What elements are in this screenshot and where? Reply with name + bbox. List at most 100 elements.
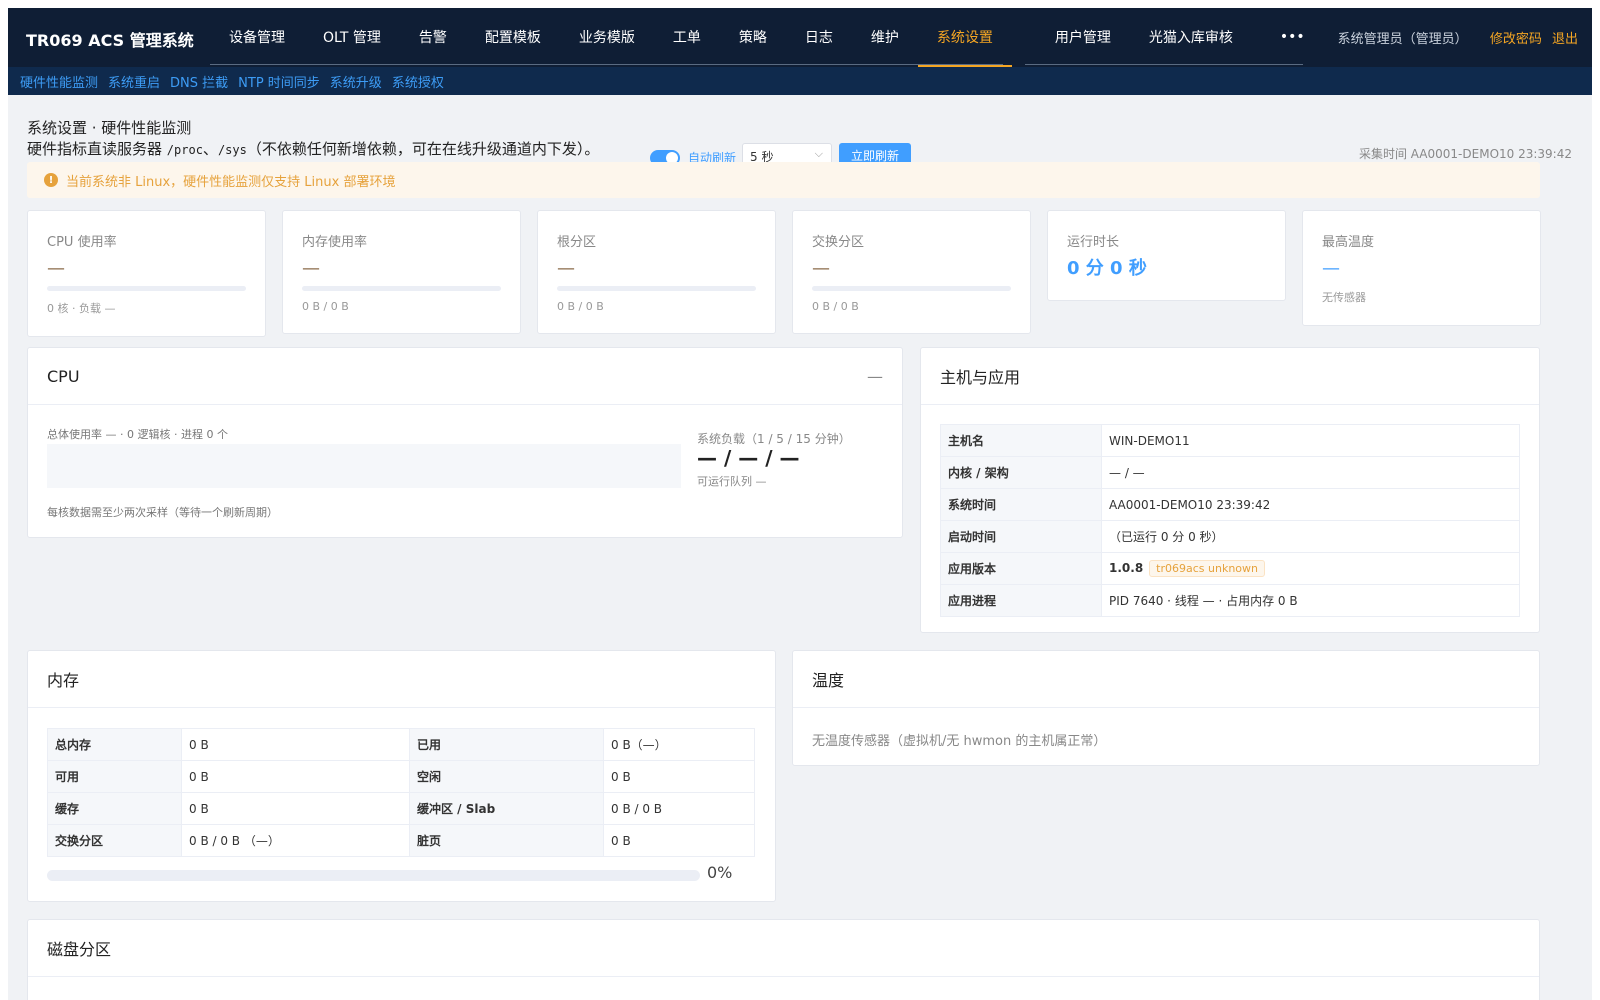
user-area: 系统管理员（管理员） 修改密码 退出 [1338, 28, 1578, 47]
nav-config-templates[interactable]: 配置模板 [466, 8, 560, 67]
stat-label: 运行时长 [1067, 235, 1120, 250]
subtitle-text-a: 硬件指标直读服务器 [27, 140, 163, 158]
host-value: AA0001-DEMO10 23:39:42 [1101, 488, 1520, 521]
nav-ont-storage-review[interactable]: 光猫入库审核 [1130, 8, 1252, 67]
run-queue: 可运行队列 — [697, 475, 767, 488]
mem-value: 0 B [603, 760, 755, 793]
main-nav: 设备管理 OLT 管理 告警 配置模板 业务模版 工单 策略 日志 维护 系统设… [210, 8, 1333, 67]
nav-service-templates[interactable]: 业务模版 [560, 8, 654, 67]
subnav-ntp-sync[interactable]: NTP 时间同步 [238, 72, 320, 91]
nav-maintenance[interactable]: 维护 [852, 8, 918, 67]
collect-time: 采集时间 AA0001-DEMO10 23:39:42 [1358, 147, 1572, 161]
brand-title: TR069 ACS 管理系统 [26, 31, 194, 50]
mem-value: 0 B [603, 824, 755, 857]
cpu-card: CPU — 总体使用率 — · 0 逻辑核 · 进程 0 个 每核数据需至少两次… [27, 347, 903, 538]
no-sensor-text: 无温度传感器（虚拟机/无 hwmon 的主机属正常） [812, 734, 1107, 749]
memory-usage-percent: 0% [707, 863, 733, 882]
table-row: 应用版本 1.0.8 tr069acs unknown [940, 552, 1520, 585]
card-header: 主机与应用 [921, 348, 1539, 405]
stat-root-partition: 根分区 — 0 B / 0 B [537, 210, 776, 334]
nav-policies[interactable]: 策略 [720, 8, 786, 67]
proc-path: /proc [166, 143, 203, 157]
stat-label: 交换分区 [812, 235, 865, 250]
mem-key: 空闲 [409, 760, 604, 793]
host-value: — / — [1101, 456, 1520, 489]
stat-value: — [557, 258, 575, 279]
host-key: 系统时间 [940, 488, 1102, 521]
host-value: PID 7640 · 线程 — · 占用内存 0 B [1101, 584, 1520, 617]
stat-value: — [1322, 258, 1340, 279]
stat-value: — [302, 258, 320, 279]
stat-uptime: 运行时长 0 分 0 秒 [1047, 210, 1286, 301]
stat-value: — [47, 258, 65, 279]
table-row: 内核 / 架构 — / — [940, 456, 1520, 489]
memory-info-table: 总内存 0 B 已用 0 B（—） 可用 0 B 空闲 0 B 缓存 0 B 缓冲区 / Sla… [47, 728, 755, 857]
page-subtitle: 硬件指标直读服务器 /proc、/sys（不依赖任何新增依赖，可在在线升级通道内… [27, 138, 599, 159]
mem-value: 0 B（—） [603, 728, 755, 761]
table-row: 可用 0 B 空闲 0 B [47, 760, 755, 793]
nav-system-settings[interactable]: 系统设置 [917, 8, 1012, 67]
collapse-icon[interactable]: — [867, 367, 883, 386]
nav-device-management[interactable]: 设备管理 [210, 8, 304, 67]
mem-key: 脏页 [409, 824, 604, 857]
load-value: — / — / — [697, 446, 800, 470]
non-linux-alert: ! 当前系统非 Linux，硬件性能监测仅支持 Linux 部署环境 [27, 162, 1540, 198]
card-title: CPU [47, 366, 80, 386]
mem-value: 0 B [181, 760, 410, 793]
mem-key: 已用 [409, 728, 604, 761]
host-value: WIN-DEMO11 [1101, 424, 1520, 457]
table-row: 交换分区 0 B / 0 B （—） 脏页 0 B [47, 824, 755, 857]
mem-key: 总内存 [47, 728, 182, 761]
host-key: 应用版本 [940, 552, 1102, 585]
app-frame: TR069 ACS 管理系统 设备管理 OLT 管理 告警 配置模板 业务模版 … [8, 8, 1592, 1000]
host-value: 1.0.8 tr069acs unknown [1101, 552, 1520, 585]
nav-olt-management[interactable]: OLT 管理 [304, 8, 400, 67]
alert-text: 当前系统非 Linux，硬件性能监测仅支持 Linux 部署环境 [66, 174, 396, 190]
card-title: 内存 [47, 671, 80, 690]
card-title: 主机与应用 [940, 368, 1021, 387]
subnav-dns-intercept[interactable]: DNS 拦截 [170, 72, 228, 91]
memory-card: 内存 总内存 0 B 已用 0 B（—） 可用 0 B 空闲 0 B 缓存 0 B 缓冲区 / … [27, 650, 776, 902]
subtitle-text-b: （不依赖任何新增依赖，可在在线升级通道内下发）。 [246, 140, 600, 158]
page-title: 系统设置 · 硬件性能监测 [27, 119, 192, 137]
table-row: 系统时间 AA0001-DEMO10 23:39:42 [940, 488, 1520, 521]
mem-key: 交换分区 [47, 824, 182, 857]
card-title: 温度 [812, 671, 845, 690]
mem-key: 缓存 [47, 792, 182, 825]
stat-label: 根分区 [557, 235, 597, 250]
cpu-core-area [47, 444, 681, 488]
more-menu-icon[interactable]: ••• [1252, 8, 1333, 67]
change-password-link[interactable]: 修改密码 [1490, 32, 1542, 47]
host-key: 主机名 [940, 424, 1102, 457]
subnav-hardware-monitor[interactable]: 硬件性能监测 [20, 72, 98, 91]
nav-work-orders[interactable]: 工单 [654, 8, 720, 67]
card-header: 磁盘分区 [28, 920, 1539, 977]
mem-value: 0 B [181, 792, 410, 825]
nav-logs[interactable]: 日志 [786, 8, 852, 67]
subnav-system-upgrade[interactable]: 系统升级 [330, 72, 382, 91]
host-value: （已运行 0 分 0 秒） [1101, 520, 1520, 553]
chevron-down-icon: ⌵ [814, 147, 823, 160]
stat-value: — [812, 258, 830, 279]
warning-icon: ! [44, 173, 58, 187]
disk-partition-card: 磁盘分区 [27, 919, 1540, 1000]
host-app-card: 主机与应用 主机名 WIN-DEMO11 内核 / 架构 — / — 系统时间 AA0… [920, 347, 1540, 633]
stat-label: CPU 使用率 [47, 235, 117, 250]
stat-sub: 0 B / 0 B [557, 300, 604, 313]
card-header: 温度 [793, 651, 1539, 708]
stat-sub: 0 核 · 负载 — [47, 302, 116, 315]
usage-bar [302, 286, 501, 291]
host-key: 内核 / 架构 [940, 456, 1102, 489]
subnav-system-restart[interactable]: 系统重启 [108, 72, 160, 91]
table-row: 缓存 0 B 缓冲区 / Slab 0 B / 0 B [47, 792, 755, 825]
nav-user-management[interactable]: 用户管理 [1036, 8, 1130, 67]
nav-alarms[interactable]: 告警 [400, 8, 466, 67]
app-version: 1.0.8 [1109, 561, 1144, 575]
table-row: 总内存 0 B 已用 0 B（—） [47, 728, 755, 761]
usage-bar [557, 286, 756, 291]
build-tag: tr069acs unknown [1149, 560, 1266, 577]
logout-link[interactable]: 退出 [1552, 32, 1578, 47]
memory-usage-bar [47, 870, 700, 881]
subnav-system-license[interactable]: 系统授权 [392, 72, 444, 91]
stat-cpu-usage: CPU 使用率 — 0 核 · 负载 — [27, 210, 266, 337]
